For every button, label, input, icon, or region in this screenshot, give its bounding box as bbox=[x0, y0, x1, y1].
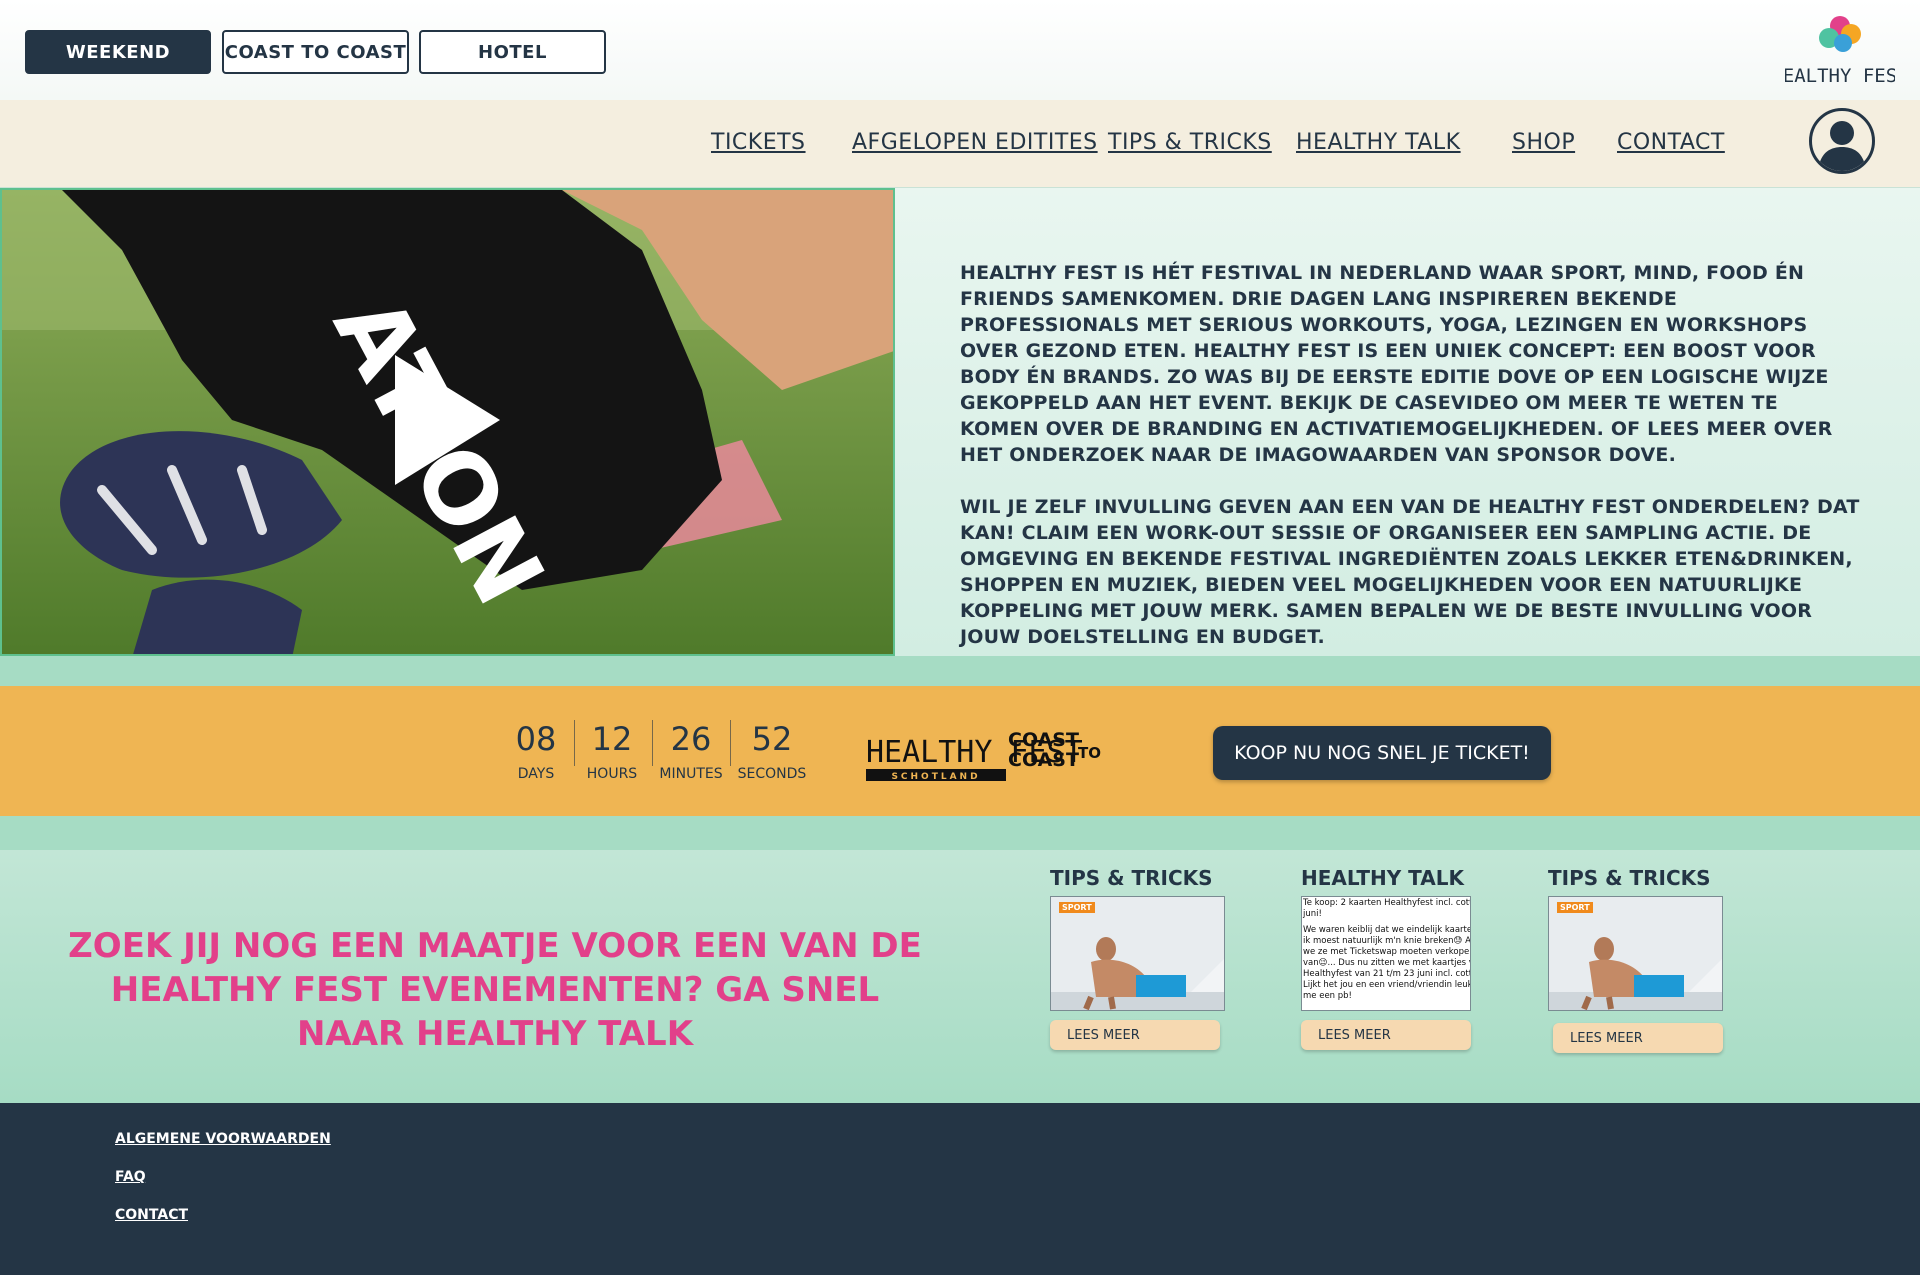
footer-link-contact[interactable]: Contact bbox=[115, 1207, 188, 1223]
footer-link-faq[interactable]: FAQ bbox=[115, 1169, 146, 1185]
nav-tips-tricks[interactable]: Tips & Tricks bbox=[1108, 130, 1272, 155]
coast-to-coast-logo: HEALTHY FEST COAST COAST TO SCHOTLAND bbox=[866, 729, 1101, 782]
countdown-seconds-label: Seconds bbox=[737, 766, 807, 782]
read-more-button[interactable]: Lees meer bbox=[1050, 1020, 1220, 1050]
footer: Algemene voorwaarden FAQ Contact bbox=[0, 1103, 1920, 1275]
sport-tag: SPORT bbox=[1059, 902, 1095, 913]
top-bar: Weekend Coast to Coast Hotel HEALTHY FES… bbox=[0, 0, 1920, 100]
countdown-days: 08 Days bbox=[496, 720, 576, 782]
card-tips-tricks-1: Tips & Tricks SPORT Lees meer bbox=[1050, 866, 1225, 1050]
nav-afgelopen-edities[interactable]: Afgelopen editites bbox=[852, 130, 1098, 155]
chat-line: Te koop: 2 kaarten Healthyfest incl. cot… bbox=[1303, 898, 1471, 908]
countdown-hours-label: Hours bbox=[586, 766, 638, 782]
hero-section: ATION Healthy Fest is hét festival in Ne… bbox=[0, 188, 1920, 656]
card-healthy-talk: Healthy Talk Te koop: 2 kaarten Healthyf… bbox=[1301, 866, 1476, 1050]
case-video[interactable]: ATION bbox=[0, 188, 895, 656]
countdown-seconds-value: 52 bbox=[751, 720, 793, 758]
card-tips-tricks-2: Tips & Tricks SPORT Lees meer bbox=[1548, 866, 1723, 1053]
tab-coast-to-coast[interactable]: Coast to Coast bbox=[222, 30, 409, 74]
buy-ticket-button[interactable]: Koop nu nog snel je ticket! bbox=[1213, 726, 1551, 780]
event-logo-sub: SCHOTLAND bbox=[891, 772, 980, 782]
event-logo-coast: COAST bbox=[1008, 729, 1079, 751]
sport-tag: SPORT bbox=[1557, 902, 1593, 913]
countdown-bar: 08 Days 12 Hours 26 Minutes 52 Seconds H… bbox=[0, 686, 1920, 816]
chat-line: Lijkt het jou en een vriend/vriendin leu… bbox=[1303, 980, 1471, 990]
chat-preview: Te koop: 2 kaarten Healthyfest incl. cot… bbox=[1302, 897, 1470, 1003]
chat-line: We waren keiblij dat we eindelijk kaarte… bbox=[1303, 925, 1471, 935]
chat-line: van😉... Dus nu zitten we met kaartjes vo bbox=[1303, 958, 1471, 968]
nav-healthy-talk[interactable]: Healthy Talk bbox=[1296, 130, 1461, 155]
nav-tickets[interactable]: Tickets bbox=[711, 130, 806, 155]
countdown-minutes: 26 Minutes bbox=[651, 720, 731, 782]
logo-text: HEALTHY FEST bbox=[1785, 65, 1895, 87]
event-logo-coast-2: COAST bbox=[1008, 749, 1079, 771]
main-nav: Tickets Afgelopen editites Tips & Tricks… bbox=[0, 100, 1920, 188]
chat-line: ik moest natuurlijk m'n knie breken😓 Ann bbox=[1303, 936, 1471, 946]
divider-band bbox=[0, 816, 1920, 850]
intro-text: Healthy Fest is hét festival in Nederlan… bbox=[960, 260, 1860, 676]
chat-line: we ze met Ticketswap moeten verkopen, bbox=[1303, 947, 1471, 957]
event-logo-to: TO bbox=[1078, 744, 1101, 762]
features-section: Zoek jij nog een maatje voor een van de … bbox=[0, 850, 1920, 1103]
countdown-seconds: 52 Seconds bbox=[732, 720, 812, 782]
card-thumbnail[interactable]: SPORT bbox=[1050, 896, 1225, 1011]
countdown-hours: 12 Hours bbox=[572, 720, 652, 782]
divider-band bbox=[0, 656, 1920, 686]
tab-hotel[interactable]: Hotel bbox=[419, 30, 606, 74]
countdown-minutes-label: Minutes bbox=[659, 766, 723, 782]
intro-paragraph-1: Healthy Fest is hét festival in Nederlan… bbox=[960, 262, 1833, 466]
countdown-minutes-value: 26 bbox=[670, 720, 712, 758]
card-title: Tips & Tricks bbox=[1050, 866, 1213, 890]
card-thumbnail[interactable]: Te koop: 2 kaarten Healthyfest incl. cot… bbox=[1301, 896, 1471, 1011]
card-thumbnail[interactable]: SPORT bbox=[1548, 896, 1723, 1011]
card-title: Healthy Talk bbox=[1301, 866, 1464, 890]
chat-line: Healthyfest van 21 t/m 23 juni incl. cot… bbox=[1303, 969, 1471, 979]
read-more-button[interactable]: Lees meer bbox=[1553, 1023, 1723, 1053]
footer-link-terms[interactable]: Algemene voorwaarden bbox=[115, 1131, 331, 1147]
countdown-separator bbox=[730, 720, 731, 766]
user-avatar-icon[interactable] bbox=[1809, 108, 1875, 174]
chat-line: me een pb! bbox=[1303, 991, 1352, 1001]
nav-contact[interactable]: Contact bbox=[1617, 130, 1725, 155]
countdown-hours-value: 12 bbox=[591, 720, 633, 758]
tab-weekend[interactable]: Weekend bbox=[25, 30, 211, 74]
read-more-button[interactable]: Lees meer bbox=[1301, 1020, 1471, 1050]
countdown-days-label: Days bbox=[517, 766, 555, 782]
intro-paragraph-2: Wil je zelf invulling geven aan een van … bbox=[960, 496, 1860, 648]
healthy-talk-promo[interactable]: Zoek jij nog een maatje voor een van de … bbox=[60, 924, 930, 1056]
healthy-fest-logo[interactable]: HEALTHY FEST bbox=[1785, 12, 1895, 92]
card-title: Tips & Tricks bbox=[1548, 866, 1711, 890]
chat-line: juni! bbox=[1303, 909, 1322, 919]
countdown-days-value: 08 bbox=[515, 720, 557, 758]
nav-shop[interactable]: Shop bbox=[1512, 130, 1575, 155]
